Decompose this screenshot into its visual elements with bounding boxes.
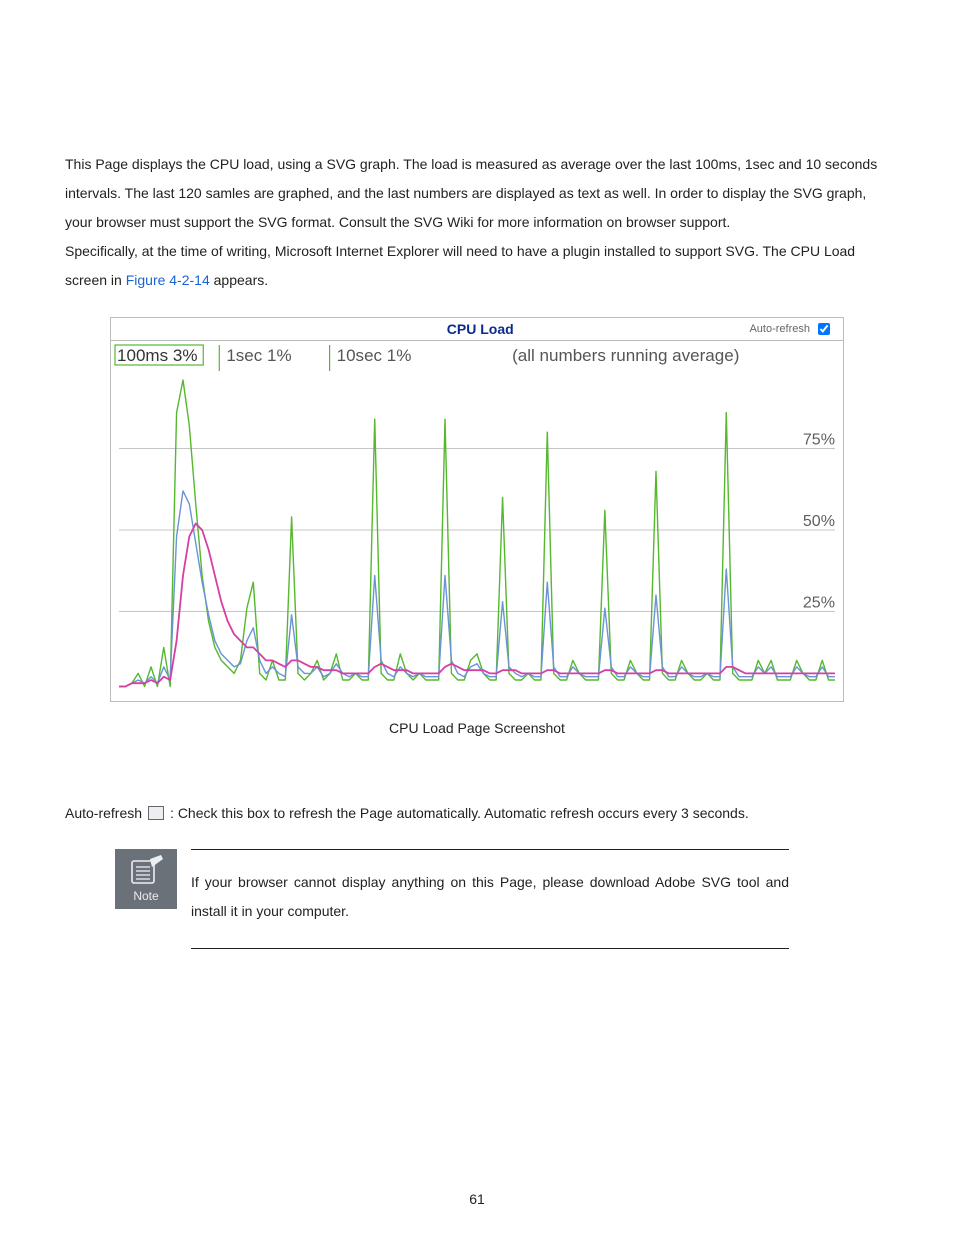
note-text: If your browser cannot display anything … (191, 849, 789, 949)
note-callout: Note If your browser cannot display anyt… (115, 849, 789, 949)
chart-title: CPU Load (211, 321, 749, 337)
chart-svg: 25% 50% 75% 100ms 3% 1sec 1% 10sec 1% (all num… (111, 341, 843, 701)
auto-refresh-text: : Check this box to refresh the Page aut… (170, 805, 749, 821)
cpu-load-chart: CPU Load Auto-refresh 25% 50% 75% 100ms 3% 1… (110, 317, 844, 702)
auto-refresh-checkbox[interactable] (818, 323, 830, 335)
svg-text:1sec 1%: 1sec 1% (226, 346, 291, 365)
auto-refresh-control[interactable]: Auto-refresh (749, 320, 833, 338)
notepad-icon (129, 855, 163, 885)
paragraph-1: This Page displays the CPU load, using a… (65, 150, 889, 237)
figure-ref-link[interactable]: Figure 4-2-14 (126, 272, 210, 288)
chart-plot-area: 25% 50% 75% 100ms 3% 1sec 1% 10sec 1% (all num… (111, 341, 843, 701)
svg-text:75%: 75% (803, 431, 835, 449)
auto-refresh-description: Auto-refresh : Check this box to refresh… (65, 804, 889, 821)
svg-text:(all numbers running average): (all numbers running average) (512, 346, 739, 365)
checkbox-icon (148, 806, 164, 820)
auto-refresh-label-left: Auto-refresh (65, 805, 142, 821)
svg-text:10sec 1%: 10sec 1% (337, 346, 412, 365)
chart-caption: CPU Load Page Screenshot (65, 720, 889, 736)
page-number: 61 (0, 1191, 954, 1207)
intro-paragraph-1: This Page displays the CPU load, using a… (65, 150, 889, 295)
chart-header: CPU Load Auto-refresh (111, 318, 843, 341)
svg-text:100ms 3%: 100ms 3% (117, 346, 198, 365)
note-icon-box: Note (115, 849, 177, 909)
paragraph-2-suffix: appears. (210, 272, 268, 288)
svg-text:50%: 50% (803, 512, 835, 530)
paragraph-2: Specifically, at the time of writing, Mi… (65, 237, 889, 295)
auto-refresh-label: Auto-refresh (749, 323, 810, 335)
svg-text:25%: 25% (803, 594, 835, 612)
note-label: Note (133, 889, 158, 903)
